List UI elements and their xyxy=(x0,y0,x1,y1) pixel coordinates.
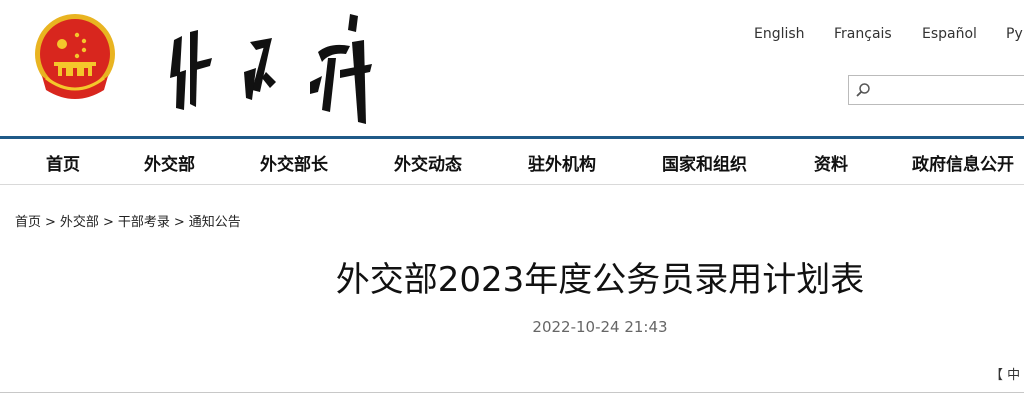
breadcrumb-separator: > xyxy=(102,215,114,230)
article-title: 外交部2023年度公务员录用计划表 xyxy=(335,260,865,300)
nav-item-missions-abroad[interactable]: 驻外机构 xyxy=(528,150,596,175)
article-datetime: 2022-10-24 21:43 xyxy=(532,318,668,336)
font-size-bracket: 【 xyxy=(990,368,1004,383)
nav-item-resources[interactable]: 资料 xyxy=(814,150,848,175)
breadcrumb-notices-link[interactable]: 通知公告 xyxy=(189,215,241,230)
language-russian-link[interactable]: Ру xyxy=(1006,26,1023,42)
search-box xyxy=(848,75,1024,105)
language-switcher: English Français Español Ру xyxy=(0,26,1024,46)
language-french-link[interactable]: Français xyxy=(834,26,892,42)
nav-item-ministry[interactable]: 外交部 xyxy=(144,150,195,175)
breadcrumb-recruitment-link[interactable]: 干部考录 xyxy=(118,215,170,230)
search-input[interactable] xyxy=(873,78,1024,104)
nav-item-home[interactable]: 首页 xyxy=(46,150,80,175)
breadcrumb-separator: > xyxy=(173,215,185,230)
language-spanish-link[interactable]: Español xyxy=(922,26,977,42)
nav-item-countries-organizations[interactable]: 国家和组织 xyxy=(662,150,747,175)
language-english-link[interactable]: English xyxy=(754,26,805,42)
breadcrumb: 首页 > 外交部 > 干部考录 > 通知公告 xyxy=(15,211,241,230)
font-size-control: 【 中 xyxy=(990,364,1020,383)
nav-item-gov-info-disclosure[interactable]: 政府信息公开 xyxy=(912,150,1014,175)
search-icon[interactable] xyxy=(855,82,871,98)
nav-item-diplomatic-news[interactable]: 外交动态 xyxy=(394,150,462,175)
breadcrumb-separator: > xyxy=(45,215,56,230)
font-size-medium-link[interactable]: 中 xyxy=(1007,368,1020,383)
content-divider xyxy=(0,392,1024,393)
nav-item-minister[interactable]: 外交部长 xyxy=(260,150,328,175)
breadcrumb-ministry-link[interactable]: 外交部 xyxy=(60,215,99,230)
main-nav: 首页 外交部 外交部长 外交动态 驻外机构 国家和组织 资料 政府信息公开 xyxy=(0,139,1024,185)
site-header: English Français Español Ру xyxy=(0,0,1024,136)
breadcrumb-home-link[interactable]: 首页 xyxy=(15,215,41,230)
